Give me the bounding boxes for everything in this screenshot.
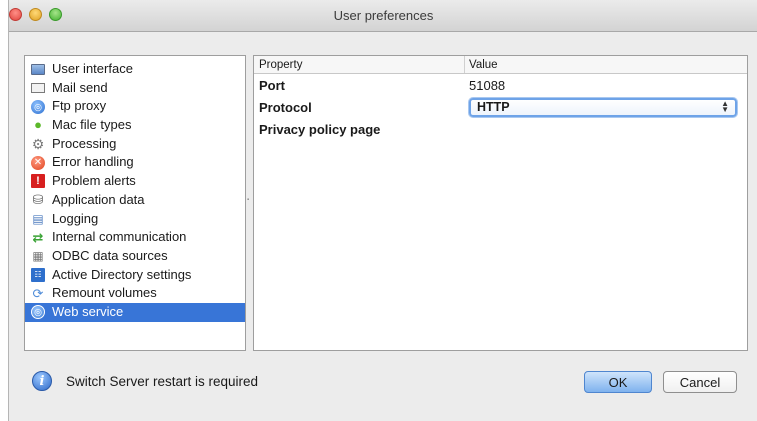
restart-notice: i Switch Server restart is required — [32, 371, 258, 391]
sidebar-item-web-service[interactable]: ◎ Web service — [25, 302, 245, 322]
property-name: Port — [259, 77, 285, 93]
table-row[interactable]: Protocol HTTP ▲ ▼ — [254, 96, 747, 118]
sidebar-item-error-handling[interactable]: ✕ Error handling — [25, 153, 245, 172]
title-bar[interactable]: User preferences — [9, 0, 757, 32]
monitor-icon — [31, 63, 45, 75]
sidebar-item-processing[interactable]: ⚙ Processing — [25, 135, 245, 154]
active-directory-icon: ☷ — [31, 267, 45, 282]
property-name: Protocol — [259, 99, 312, 115]
mail-icon — [31, 83, 45, 94]
apple-icon: ● — [34, 117, 42, 133]
sidebar-item-label: Problem alerts — [52, 173, 136, 189]
splitter-handle[interactable]: ▪ — [247, 197, 250, 203]
error-icon: ✕ — [31, 155, 45, 170]
sidebar-item-label: Ftp proxy — [52, 98, 107, 114]
sync-arrows-icon: ⇄ — [32, 229, 44, 245]
sidebar-item-internal-communication[interactable]: ⇄ Internal communication — [25, 228, 245, 247]
property-grid-panel: Property Value Port 51088 Protocol HTTP … — [253, 55, 748, 351]
column-header-value[interactable]: Value — [465, 56, 747, 73]
sidebar-item-mac-file-types[interactable]: ● Mac file types — [25, 116, 245, 135]
sidebar-item-label: Logging — [52, 210, 99, 226]
sidebar-item-label: Active Directory settings — [52, 266, 192, 282]
sidebar-item-label: Mail send — [52, 79, 108, 95]
sidebar-item-odbc-data-sources[interactable]: ▦ ODBC data sources — [25, 247, 245, 266]
log-document-icon: ▤ — [32, 211, 44, 226]
sidebar-item-application-data[interactable]: ⛁ Application data — [25, 191, 245, 210]
sidebar-item-label: ODBC data sources — [52, 247, 168, 263]
sidebar-item-logging[interactable]: ▤ Logging — [25, 210, 245, 229]
sidebar-item-label: User interface — [52, 61, 133, 76]
sidebar-item-label: Web service — [52, 303, 124, 319]
category-list: User interface Mail send ◎ Ftp proxy ● M… — [25, 56, 245, 322]
property-name: Privacy policy page — [259, 121, 381, 137]
restart-message: Switch Server restart is required — [66, 373, 259, 389]
gear-icon: ⚙ — [31, 136, 45, 153]
sidebar-item-active-directory-settings[interactable]: ☷ Active Directory settings — [25, 266, 245, 285]
column-header-property[interactable]: Property — [254, 56, 465, 73]
remount-icon: ⟳ — [32, 285, 44, 301]
window-title: User preferences — [333, 8, 434, 23]
sidebar-item-problem-alerts[interactable]: ! Problem alerts — [25, 172, 245, 191]
sidebar-item-label: Processing — [52, 135, 117, 151]
sidebar-item-ftp-proxy[interactable]: ◎ Ftp proxy — [25, 97, 245, 116]
table-row[interactable]: Port 51088 — [254, 74, 747, 96]
sidebar-item-label: Internal communication — [52, 229, 187, 245]
odbc-icon: ▦ — [32, 249, 44, 264]
sidebar-item-label: Error handling — [52, 154, 134, 170]
sidebar-item-label: Application data — [52, 191, 145, 207]
sidebar-item-mail-send[interactable]: Mail send — [25, 79, 245, 98]
info-icon: i — [32, 371, 52, 391]
ftp-globe-icon: ◎ — [31, 99, 45, 114]
sidebar-item-label: Mac file types — [52, 117, 132, 133]
protocol-select[interactable]: HTTP ▲ ▼ — [469, 97, 737, 117]
alert-icon: ! — [31, 174, 45, 189]
property-grid-header: Property Value — [254, 56, 747, 74]
database-icon: ⛁ — [32, 192, 44, 208]
web-service-icon: ◎ — [31, 305, 45, 320]
sidebar-item-label: Remount volumes — [52, 285, 157, 301]
protocol-select-value: HTTP — [477, 100, 510, 114]
cancel-button[interactable]: Cancel — [663, 371, 737, 393]
select-arrows-icon: ▲ ▼ — [721, 99, 729, 114]
sidebar-item-remount-volumes[interactable]: ⟳ Remount volumes — [25, 284, 245, 303]
category-list-panel: User interface Mail send ◎ Ftp proxy ● M… — [24, 55, 246, 351]
sidebar-item-user-interface[interactable]: User interface — [25, 60, 245, 79]
ok-button[interactable]: OK — [584, 371, 652, 393]
port-value[interactable]: 51088 — [465, 78, 747, 93]
table-row[interactable]: Privacy policy page — [254, 118, 747, 140]
